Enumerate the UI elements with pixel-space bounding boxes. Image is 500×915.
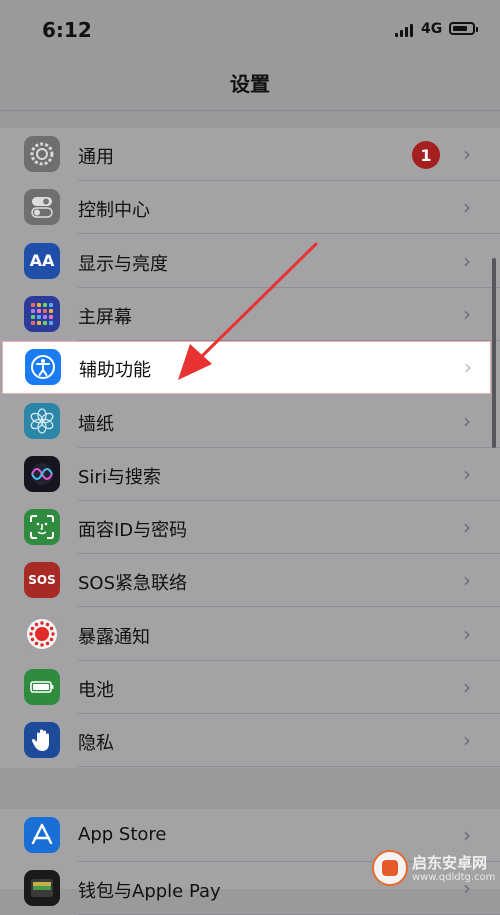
settings-row-label: 显示与亮度 bbox=[78, 253, 168, 275]
chevron-right-icon: › bbox=[463, 301, 471, 326]
sos-icon: SOS bbox=[24, 562, 60, 599]
settings-row-emergency-sos[interactable]: SOS SOS紧急联络 › bbox=[0, 554, 500, 608]
chevron-right-icon: › bbox=[463, 675, 471, 699]
watermark-url: www.qdldtg.com bbox=[412, 872, 496, 883]
app-store-icon bbox=[24, 817, 60, 853]
settings-row-exposure-notifications[interactable]: 暴露通知 › bbox=[0, 608, 500, 661]
chevron-right-icon: › bbox=[464, 355, 472, 380]
settings-group-1: 通用 1 › 控制中心 › AA 显示与亮度 › 主屏幕 › 辅助功能 › 墙纸 › Siri与搜索 › 面容I… bbox=[0, 128, 500, 768]
settings-row-label: App Store bbox=[78, 824, 167, 845]
chevron-right-icon: › bbox=[463, 408, 471, 433]
battery-status-icon bbox=[449, 22, 478, 35]
page-title: 设置 bbox=[230, 72, 270, 96]
battery-icon bbox=[24, 669, 60, 705]
network-type: 4G bbox=[421, 21, 443, 37]
settings-row-battery[interactable]: 电池 › bbox=[0, 661, 500, 714]
settings-row-label: 暴露通知 bbox=[78, 626, 150, 648]
chevron-right-icon: › bbox=[463, 195, 471, 220]
status-bar: 6:12 4G bbox=[0, 0, 500, 60]
settings-row-label: SOS紧急联络 bbox=[78, 573, 188, 595]
settings-row-control-center[interactable]: 控制中心 › bbox=[0, 181, 500, 235]
settings-row-label: 面容ID与密码 bbox=[78, 520, 188, 542]
chevron-right-icon: › bbox=[463, 142, 471, 166]
settings-row-label: 辅助功能 bbox=[79, 360, 151, 382]
chevron-right-icon: › bbox=[463, 823, 471, 847]
settings-row-label: 通用 bbox=[78, 147, 114, 168]
settings-row-accessibility[interactable]: 辅助功能 › bbox=[2, 341, 491, 395]
chevron-right-icon: › bbox=[463, 568, 471, 593]
settings-row-label: 电池 bbox=[78, 680, 114, 701]
watermark-logo-icon bbox=[372, 850, 408, 886]
notification-badge: 1 bbox=[412, 141, 440, 169]
toggle-icon bbox=[24, 189, 60, 226]
chevron-right-icon: › bbox=[463, 248, 471, 273]
chevron-right-icon: › bbox=[463, 515, 471, 540]
settings-row-label: 钱包与Apple Pay bbox=[78, 881, 221, 903]
settings-row-label: Siri与搜索 bbox=[78, 466, 161, 488]
settings-row-display-brightness[interactable]: AA 显示与亮度 › bbox=[0, 235, 500, 288]
text-size-icon: AA bbox=[24, 242, 60, 279]
clock: 6:12 bbox=[42, 18, 92, 42]
settings-row-label: 墙纸 bbox=[78, 413, 114, 435]
settings-row-wallpaper[interactable]: 墙纸 › bbox=[0, 395, 500, 448]
scrollbar[interactable] bbox=[492, 258, 496, 448]
settings-row-privacy[interactable]: 隐私 › bbox=[0, 714, 500, 768]
chevron-right-icon: › bbox=[463, 461, 471, 486]
siri-icon bbox=[24, 455, 60, 492]
settings-row-siri-search[interactable]: Siri与搜索 › bbox=[0, 448, 500, 501]
exposure-icon bbox=[24, 615, 60, 652]
accessibility-icon bbox=[25, 349, 61, 386]
face-id-icon bbox=[24, 509, 60, 546]
settings-row-label: 主屏幕 bbox=[78, 306, 132, 328]
wallet-icon bbox=[24, 870, 60, 907]
chevron-right-icon: › bbox=[463, 621, 471, 646]
watermark-title: 启东安卓网 bbox=[412, 854, 488, 872]
flower-icon bbox=[24, 402, 60, 439]
settings-row-general[interactable]: 通用 1 › bbox=[0, 128, 500, 181]
row-separator bbox=[78, 766, 500, 768]
gear-icon bbox=[24, 136, 60, 172]
signal-icon bbox=[395, 23, 415, 37]
settings-row-face-id-passcode[interactable]: 面容ID与密码 › bbox=[0, 501, 500, 555]
settings-row-label: 隐私 bbox=[78, 733, 114, 755]
settings-row-label: 控制中心 bbox=[78, 200, 150, 222]
chevron-right-icon: › bbox=[463, 728, 471, 753]
settings-row-home-screen[interactable]: 主屏幕 › bbox=[0, 288, 500, 341]
watermark: 启东安卓网 www.qdldtg.com bbox=[372, 850, 500, 889]
app-grid-icon bbox=[24, 295, 60, 332]
nav-divider bbox=[0, 110, 500, 111]
hand-icon bbox=[24, 722, 60, 759]
